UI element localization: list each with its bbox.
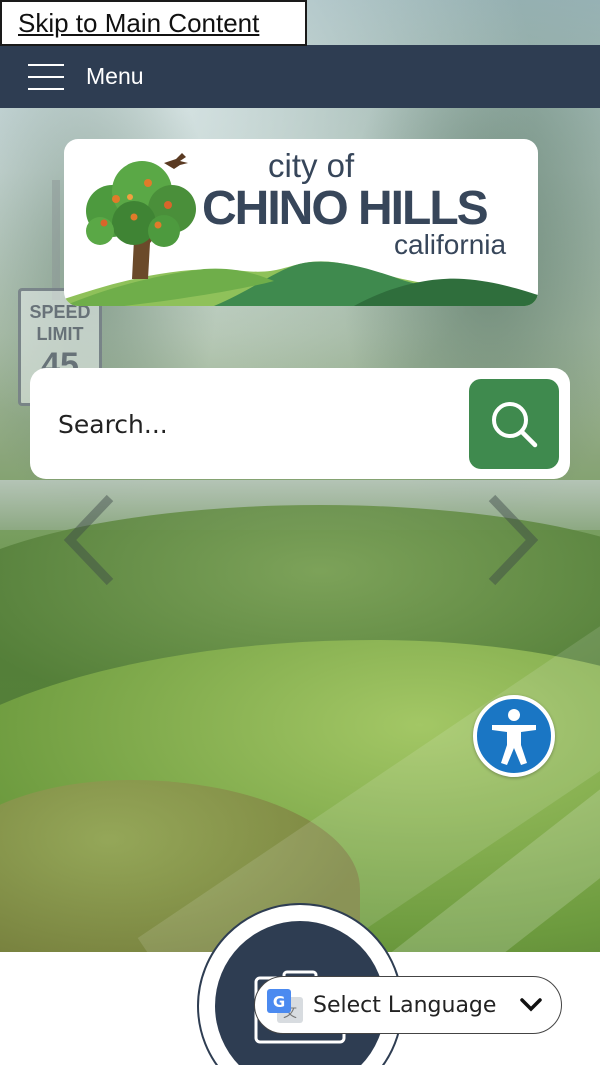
language-select[interactable]: 文 G Select Language: [254, 976, 562, 1034]
skip-to-main-link[interactable]: Skip to Main Content: [0, 0, 307, 46]
language-select-label: Select Language: [313, 993, 497, 1018]
hamburger-icon[interactable]: [28, 62, 64, 90]
search-bar: [30, 368, 570, 479]
chevron-down-icon: [520, 998, 542, 1012]
search-input[interactable]: [58, 398, 458, 450]
sign-post: [52, 180, 60, 300]
logo-text: california: [394, 229, 507, 260]
chevron-left-icon: [63, 494, 114, 586]
google-translate-icon: 文 G: [267, 989, 303, 1023]
search-icon: [492, 402, 538, 448]
search-button[interactable]: [469, 379, 559, 469]
sign-line: LIMIT: [36, 324, 84, 344]
logo-text: city of: [268, 147, 355, 184]
carousel-prev-button[interactable]: [58, 490, 118, 590]
menu-bar[interactable]: Menu: [0, 45, 600, 108]
svg-text:G: G: [273, 993, 285, 1011]
city-logo[interactable]: city of CHINO HILLS california: [64, 139, 538, 306]
accessibility-button[interactable]: [473, 695, 555, 777]
menu-label[interactable]: Menu: [86, 63, 144, 90]
carousel-next-button[interactable]: [484, 490, 544, 590]
logo-text: CHINO HILLS: [202, 182, 489, 235]
chevron-right-icon: [488, 494, 539, 586]
accessibility-icon: [492, 709, 536, 765]
